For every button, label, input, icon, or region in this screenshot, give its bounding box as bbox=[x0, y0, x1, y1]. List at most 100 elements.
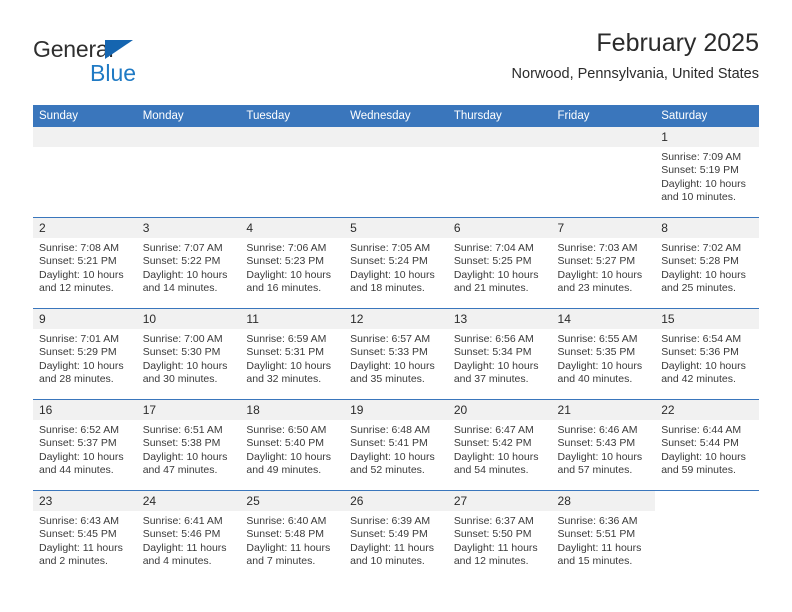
daylight-text: Daylight: 10 hours bbox=[661, 268, 746, 281]
daylight-text: Daylight: 10 hours bbox=[661, 177, 746, 190]
sunset-text: Sunset: 5:51 PM bbox=[557, 528, 636, 541]
calendar-day[interactable]: 19 Sunrise: 6:48 AM Sunset: 5:41 PM Dayligh… bbox=[344, 400, 448, 490]
calendar-cell: 18 Sunrise: 6:50 AM Sunset: 5:40 PM Dayligh… bbox=[240, 399, 345, 491]
day-sun-info: Sunrise: 7:00 AM Sunset: 5:30 PM Daylight:… bbox=[137, 329, 241, 387]
calendar-day[interactable]: 13 Sunrise: 6:56 AM Sunset: 5:34 PM Dayligh… bbox=[447, 309, 552, 399]
calendar-day[interactable]: 15 Sunrise: 6:54 AM Sunset: 5:36 PM Dayligh… bbox=[655, 309, 759, 399]
calendar-cell: 12 Sunrise: 6:57 AM Sunset: 5:33 PM Dayligh… bbox=[344, 308, 448, 400]
day-sun-info: Sunrise: 6:57 AM Sunset: 5:33 PM Daylight:… bbox=[344, 329, 448, 387]
sunrise-text: Sunrise: 6:46 AM bbox=[557, 424, 638, 436]
sunrise-text: Sunrise: 7:04 AM bbox=[453, 242, 534, 254]
calendar-day[interactable]: 26 Sunrise: 6:39 AM Sunset: 5:49 PM Dayligh… bbox=[344, 491, 448, 581]
calendar-cell: 19 Sunrise: 6:48 AM Sunset: 5:41 PM Dayligh… bbox=[344, 399, 448, 491]
calendar-cell: 11 Sunrise: 6:59 AM Sunset: 5:31 PM Dayligh… bbox=[240, 308, 345, 400]
sunset-text: Sunset: 5:28 PM bbox=[661, 255, 739, 268]
sunset-text: Sunset: 5:35 PM bbox=[557, 346, 636, 359]
calendar-cell: 13 Sunrise: 6:56 AM Sunset: 5:34 PM Dayligh… bbox=[447, 308, 552, 400]
sunset-text: Sunset: 5:24 PM bbox=[350, 255, 428, 268]
calendar-day[interactable]: 27 Sunrise: 6:37 AM Sunset: 5:50 PM Dayligh… bbox=[447, 491, 552, 581]
daylight-text: Daylight: 10 hours bbox=[246, 268, 332, 281]
calendar-day[interactable]: 22 Sunrise: 6:44 AM Sunset: 5:44 PM Dayligh… bbox=[655, 400, 759, 490]
weekday-header-monday: Monday bbox=[136, 105, 241, 127]
calendar-cell: 1 Sunrise: 7:09 AM Sunset: 5:19 PM Daylight… bbox=[655, 127, 759, 218]
daylight-text: and 4 minutes. bbox=[142, 555, 212, 568]
general-blue-logo[interactable]: General Blue bbox=[33, 36, 233, 92]
day-sun-info: Sunrise: 7:04 AM Sunset: 5:25 PM Daylight:… bbox=[448, 238, 552, 296]
calendar-cell: 23 Sunrise: 6:43 AM Sunset: 5:45 PM Dayligh… bbox=[33, 490, 137, 581]
sunset-text: Sunset: 5:34 PM bbox=[453, 346, 532, 359]
calendar-cell: 20 Sunrise: 6:47 AM Sunset: 5:42 PM Dayligh… bbox=[447, 399, 552, 491]
calendar-day[interactable]: 16 Sunrise: 6:52 AM Sunset: 5:37 PM Dayligh… bbox=[33, 400, 137, 490]
calendar-day[interactable]: 3 Sunrise: 7:07 AM Sunset: 5:22 PM Daylight… bbox=[136, 218, 241, 308]
calendar-day[interactable]: 12 Sunrise: 6:57 AM Sunset: 5:33 PM Dayligh… bbox=[344, 309, 448, 399]
sunrise-text: Sunrise: 6:37 AM bbox=[453, 515, 534, 527]
calendar-day[interactable]: 11 Sunrise: 6:59 AM Sunset: 5:31 PM Dayligh… bbox=[240, 309, 345, 399]
daylight-text: and 7 minutes. bbox=[246, 555, 316, 568]
day-sun-info: Sunrise: 6:56 AM Sunset: 5:34 PM Daylight:… bbox=[448, 329, 552, 387]
sunrise-text: Sunrise: 6:59 AM bbox=[246, 333, 327, 345]
day-number: 19 bbox=[344, 400, 448, 420]
sunrise-text: Sunrise: 7:08 AM bbox=[39, 242, 119, 254]
calendar-cell: 5 Sunrise: 7:05 AM Sunset: 5:24 PM Daylight… bbox=[344, 217, 448, 309]
daylight-text: and 2 minutes. bbox=[39, 555, 108, 568]
day-number: 12 bbox=[344, 309, 448, 329]
daylight-text: and 32 minutes. bbox=[246, 373, 322, 386]
calendar-day[interactable]: 23 Sunrise: 6:43 AM Sunset: 5:45 PM Dayligh… bbox=[33, 491, 137, 581]
day-number: 1 bbox=[655, 127, 759, 147]
sunset-text: Sunset: 5:43 PM bbox=[557, 437, 636, 450]
weekday-header-friday: Friday bbox=[551, 105, 656, 127]
calendar-cell bbox=[240, 127, 345, 218]
sunset-text: Sunset: 5:45 PM bbox=[39, 528, 117, 541]
sunset-text: Sunset: 5:33 PM bbox=[350, 346, 428, 359]
calendar-day[interactable]: 1 Sunrise: 7:09 AM Sunset: 5:19 PM Daylight… bbox=[655, 127, 759, 217]
calendar-day[interactable]: 18 Sunrise: 6:50 AM Sunset: 5:40 PM Dayligh… bbox=[240, 400, 345, 490]
day-sun-info: Sunrise: 6:44 AM Sunset: 5:44 PM Daylight:… bbox=[655, 420, 759, 478]
calendar-day[interactable]: 9 Sunrise: 7:01 AM Sunset: 5:29 PM Daylight… bbox=[33, 309, 137, 399]
calendar-day[interactable]: 8 Sunrise: 7:02 AM Sunset: 5:28 PM Daylight… bbox=[655, 218, 759, 308]
calendar-cell bbox=[33, 127, 137, 218]
sunrise-text: Sunrise: 7:06 AM bbox=[246, 242, 327, 254]
daylight-text: Daylight: 10 hours bbox=[142, 450, 228, 463]
calendar-day[interactable]: 7 Sunrise: 7:03 AM Sunset: 5:27 PM Daylight… bbox=[551, 218, 656, 308]
day-number: 11 bbox=[240, 309, 345, 329]
calendar-cell: 4 Sunrise: 7:06 AM Sunset: 5:23 PM Daylight… bbox=[240, 217, 345, 309]
daylight-text: and 21 minutes. bbox=[453, 282, 529, 295]
calendar-day[interactable]: 6 Sunrise: 7:04 AM Sunset: 5:25 PM Daylight… bbox=[447, 218, 552, 308]
calendar-day[interactable]: 5 Sunrise: 7:05 AM Sunset: 5:24 PM Daylight… bbox=[344, 218, 448, 308]
daylight-text: Daylight: 10 hours bbox=[557, 359, 643, 372]
calendar-day[interactable]: 4 Sunrise: 7:06 AM Sunset: 5:23 PM Daylight… bbox=[240, 218, 345, 308]
calendar-day[interactable]: 25 Sunrise: 6:40 AM Sunset: 5:48 PM Dayligh… bbox=[240, 491, 345, 581]
sunset-text: Sunset: 5:36 PM bbox=[661, 346, 739, 359]
daylight-text: and 10 minutes. bbox=[350, 555, 425, 568]
day-number: 6 bbox=[447, 218, 552, 238]
calendar-day[interactable]: 14 Sunrise: 6:55 AM Sunset: 5:35 PM Dayligh… bbox=[551, 309, 656, 399]
daylight-text: Daylight: 10 hours bbox=[661, 359, 746, 372]
calendar-day[interactable]: 24 Sunrise: 6:41 AM Sunset: 5:46 PM Dayligh… bbox=[136, 491, 241, 581]
calendar-day-empty bbox=[33, 127, 137, 217]
calendar-day[interactable]: 17 Sunrise: 6:51 AM Sunset: 5:38 PM Dayligh… bbox=[136, 400, 241, 490]
calendar-day[interactable]: 20 Sunrise: 6:47 AM Sunset: 5:42 PM Dayligh… bbox=[447, 400, 552, 490]
day-number: 10 bbox=[136, 309, 241, 329]
calendar-day-empty bbox=[344, 127, 448, 217]
daylight-text: and 59 minutes. bbox=[661, 464, 736, 477]
calendar-day[interactable]: 10 Sunrise: 7:00 AM Sunset: 5:30 PM Dayligh… bbox=[136, 309, 241, 399]
day-number: 21 bbox=[551, 400, 656, 420]
calendar-week-row: 2 Sunrise: 7:08 AM Sunset: 5:21 PM Daylight… bbox=[33, 217, 759, 309]
daylight-text: Daylight: 10 hours bbox=[350, 450, 435, 463]
day-sun-info: Sunrise: 6:48 AM Sunset: 5:41 PM Daylight:… bbox=[344, 420, 448, 478]
day-sun-info: Sunrise: 6:47 AM Sunset: 5:42 PM Daylight:… bbox=[448, 420, 552, 478]
sunrise-text: Sunrise: 7:09 AM bbox=[661, 151, 742, 163]
daylight-text: Daylight: 10 hours bbox=[246, 450, 332, 463]
day-sun-info: Sunrise: 7:05 AM Sunset: 5:24 PM Daylight:… bbox=[344, 238, 448, 296]
day-number bbox=[344, 127, 448, 147]
calendar-day[interactable]: 21 Sunrise: 6:46 AM Sunset: 5:43 PM Dayligh… bbox=[551, 400, 656, 490]
day-number: 16 bbox=[33, 400, 137, 420]
sunrise-text: Sunrise: 6:44 AM bbox=[661, 424, 742, 436]
daylight-text: Daylight: 11 hours bbox=[39, 541, 123, 554]
calendar-day[interactable]: 28 Sunrise: 6:36 AM Sunset: 5:51 PM Dayligh… bbox=[551, 491, 656, 581]
weekday-header-sunday: Sunday bbox=[33, 105, 137, 127]
calendar-cell bbox=[655, 490, 759, 581]
weekday-header-saturday: Saturday bbox=[655, 105, 759, 127]
calendar-day[interactable]: 2 Sunrise: 7:08 AM Sunset: 5:21 PM Daylight… bbox=[33, 218, 137, 308]
day-number: 17 bbox=[136, 400, 241, 420]
